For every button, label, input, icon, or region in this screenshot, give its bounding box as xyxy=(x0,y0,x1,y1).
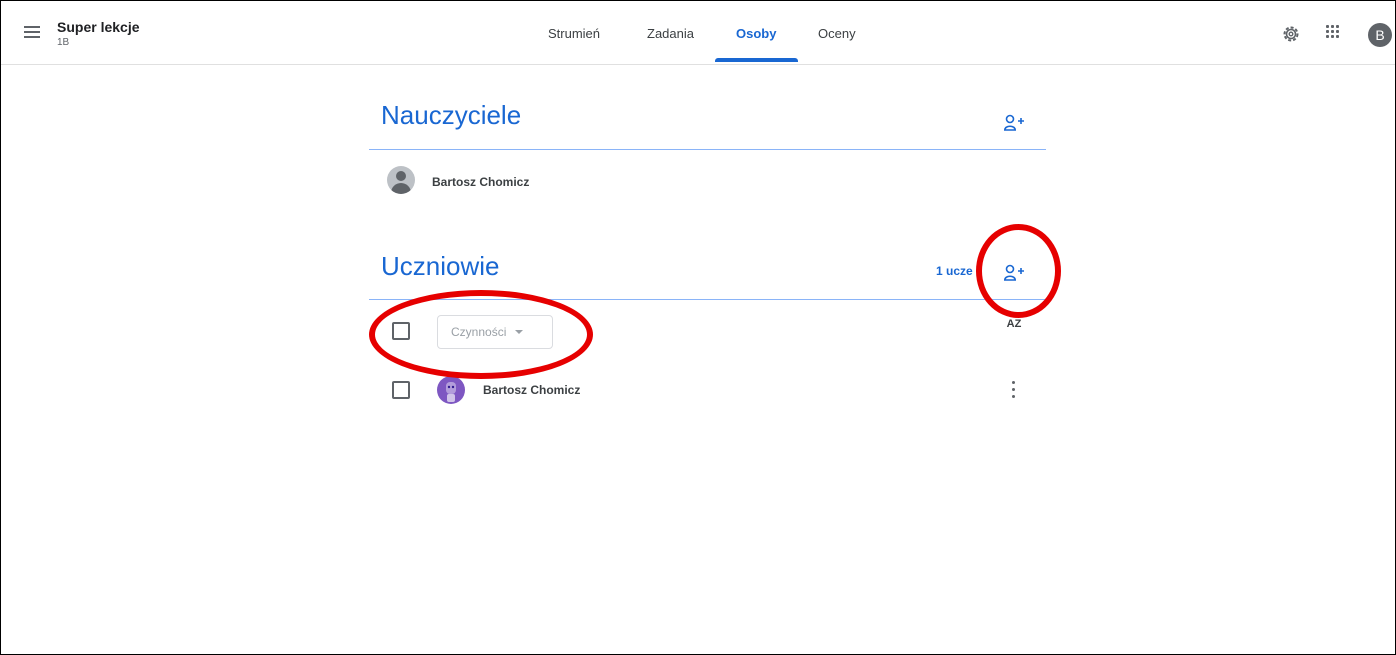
invite-teacher-icon[interactable] xyxy=(1003,114,1024,132)
tab-grades[interactable]: Oceny xyxy=(818,26,856,41)
students-heading: Uczniowie xyxy=(381,251,500,281)
tab-stream[interactable]: Strumień xyxy=(548,26,600,41)
select-all-checkbox[interactable] xyxy=(392,322,410,340)
class-section: 1B xyxy=(57,37,70,48)
students-divider xyxy=(369,299,1046,300)
apps-icon[interactable] xyxy=(1326,25,1340,39)
menu-icon[interactable] xyxy=(22,24,42,40)
actions-label: Czynności xyxy=(451,325,507,339)
teacher-name: Bartosz Chomicz xyxy=(432,175,530,189)
active-tab-indicator xyxy=(715,58,798,62)
teachers-divider xyxy=(369,149,1046,150)
top-bar: Super lekcje 1B Strumień Zadania Osoby O… xyxy=(0,0,1396,65)
student-checkbox[interactable] xyxy=(392,381,410,399)
settings-icon[interactable] xyxy=(1281,24,1301,44)
tab-classwork[interactable]: Zadania xyxy=(647,26,694,41)
account-avatar[interactable]: B xyxy=(1368,23,1392,47)
sort-label: AZ xyxy=(1006,318,1022,330)
tab-people[interactable]: Osoby xyxy=(736,26,776,41)
student-avatar xyxy=(437,376,465,404)
screenshot-border xyxy=(0,0,1396,655)
actions-dropdown[interactable]: Czynności xyxy=(437,315,553,349)
teacher-avatar xyxy=(387,166,415,194)
sort-az-icon[interactable]: AZ xyxy=(1003,318,1025,340)
teachers-heading: Nauczyciele xyxy=(381,100,522,130)
student-name: Bartosz Chomicz xyxy=(483,383,581,397)
student-count: 1 ucze xyxy=(936,264,973,278)
more-options-icon[interactable] xyxy=(1012,381,1016,399)
class-title[interactable]: Super lekcje xyxy=(57,19,140,35)
dropdown-arrow-icon xyxy=(515,330,523,334)
invite-student-icon[interactable] xyxy=(1003,264,1024,282)
